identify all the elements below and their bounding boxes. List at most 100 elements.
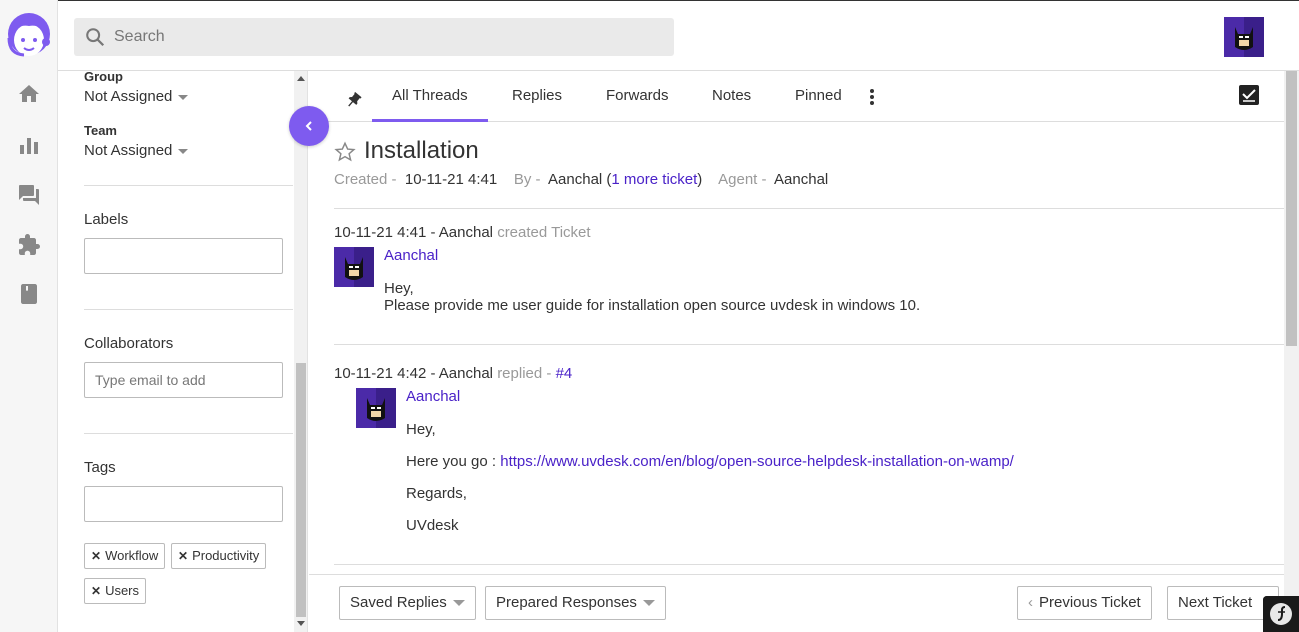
scroll-thumb[interactable]	[1286, 71, 1297, 346]
prepared-responses-label: Prepared Responses	[496, 594, 637, 611]
divider	[334, 564, 1284, 565]
reply-footer: Saved Replies Prepared Responses ‹ Previo…	[309, 574, 1284, 632]
saved-replies-button[interactable]: Saved Replies	[339, 586, 476, 620]
tab-forwards[interactable]: Forwards	[606, 87, 669, 122]
thread-text: Hey,	[384, 280, 414, 297]
knowledgebase-icon[interactable]	[17, 282, 41, 306]
divider	[84, 433, 293, 434]
chevron-down-icon	[178, 94, 189, 100]
customer-name: Aanchal	[548, 171, 603, 188]
tab-notes[interactable]: Notes	[712, 87, 751, 122]
thread-text: UVdesk	[406, 517, 459, 534]
nav-rail	[0, 0, 58, 632]
ticket-meta: Created - 10-11-21 4:41 By - Aanchal (1 …	[334, 171, 829, 188]
team-value: Not Assigned	[84, 142, 173, 159]
tab-pinned[interactable]: Pinned	[795, 87, 842, 122]
top-bar	[58, 0, 1299, 71]
search-input[interactable]	[114, 18, 664, 56]
chevron-left-icon	[305, 121, 312, 131]
thread-tabs: All Threads Replies Forwards Notes Pinne…	[309, 71, 1284, 122]
thread-text: Here you go : https://www.uvdesk.com/en/…	[406, 453, 1014, 470]
prepared-responses-button[interactable]: Prepared Responses	[485, 586, 666, 620]
remove-tag-icon[interactable]: ✕	[178, 549, 188, 563]
chevron-down-icon	[642, 600, 655, 607]
thread-header: 10-11-21 4:41 - Aanchal created Ticket	[334, 224, 591, 241]
by-label: By -	[513, 171, 541, 188]
previous-ticket-label: Previous Ticket	[1039, 594, 1141, 611]
star-icon[interactable]	[334, 141, 356, 163]
chevron-down-icon	[178, 148, 189, 154]
app-root: Group Not Assigned Team Not Assigned Lab…	[0, 0, 1299, 632]
thread-text: Please provide me user guide for install…	[384, 297, 921, 314]
scroll-thumb[interactable]	[296, 363, 306, 617]
link-prefix: Here you go :	[406, 453, 497, 470]
previous-ticket-button[interactable]: ‹ Previous Ticket	[1017, 586, 1152, 620]
thread-text: Hey,	[406, 421, 436, 438]
avatar	[356, 388, 396, 428]
thread-action: created Ticket	[497, 224, 591, 241]
divider	[334, 208, 1284, 209]
labels-title: Labels	[84, 211, 129, 228]
tag-label: Workflow	[105, 548, 159, 563]
thread-time-author: 10-11-21 4:42 - Aanchal	[334, 365, 494, 382]
chevron-down-icon	[452, 600, 465, 607]
main-scrollbar[interactable]	[1284, 71, 1299, 632]
tag-chip-users: ✕ Users	[84, 578, 147, 604]
group-label: Group	[84, 71, 123, 84]
divider	[84, 185, 293, 186]
tag-label: Productivity	[192, 548, 260, 563]
created-value: 10-11-21 4:41	[404, 171, 498, 188]
uvdesk-logo-icon[interactable]	[4, 8, 54, 62]
thread-action: replied -	[497, 365, 552, 382]
symfony-toolbar-icon[interactable]	[1263, 596, 1299, 632]
tags-title: Tags	[84, 459, 116, 476]
reports-icon[interactable]	[17, 133, 41, 157]
avatar	[334, 247, 374, 287]
tab-all-threads[interactable]: All Threads	[372, 87, 488, 122]
saved-replies-label: Saved Replies	[350, 594, 447, 611]
labels-input[interactable]	[84, 238, 283, 274]
tickets-icon[interactable]	[17, 183, 41, 207]
tag-chip-workflow: ✕ Workflow	[84, 543, 166, 569]
tag-chip-productivity: ✕ Productivity	[171, 543, 267, 569]
thread-text: Regards,	[406, 485, 467, 502]
agent-label: Agent -	[718, 171, 767, 188]
apps-puzzle-icon[interactable]	[17, 233, 41, 257]
scroll-down-arrow[interactable]	[297, 621, 305, 626]
thread-ref-link[interactable]: #4	[556, 365, 573, 382]
ticket-main: All Threads Replies Forwards Notes Pinne…	[309, 71, 1299, 632]
tag-label: Users	[105, 583, 140, 598]
collapse-panel-button[interactable]	[289, 106, 329, 146]
divider	[84, 309, 293, 310]
tab-replies[interactable]: Replies	[512, 87, 562, 122]
home-icon[interactable]	[17, 82, 41, 106]
user-avatar[interactable]	[1224, 17, 1264, 57]
group-value: Not Assigned	[84, 88, 173, 105]
group-select[interactable]: Not Assigned	[84, 88, 189, 105]
ticket-title: Installation	[364, 137, 479, 164]
divider	[334, 344, 1284, 345]
team-label: Team	[84, 123, 117, 138]
team-select[interactable]: Not Assigned	[84, 142, 189, 159]
pin-icon[interactable]	[343, 91, 363, 111]
scroll-up-arrow[interactable]	[297, 76, 305, 81]
search-bar	[74, 18, 674, 56]
search-icon	[86, 28, 105, 47]
thread-author-name[interactable]: Aanchal	[406, 388, 460, 405]
remove-tag-icon[interactable]: ✕	[91, 584, 101, 598]
created-label: Created -	[334, 171, 397, 188]
thread-author-name[interactable]: Aanchal	[384, 247, 438, 264]
side-scrollbar[interactable]	[294, 71, 307, 632]
thread-time-author: 10-11-21 4:41 - Aanchal	[334, 224, 494, 241]
agent-name: Aanchal	[774, 171, 829, 188]
collaborators-input[interactable]	[84, 362, 283, 398]
thread-header: 10-11-21 4:42 - Aanchal replied - #4	[334, 365, 572, 382]
task-check-icon[interactable]	[1239, 85, 1259, 105]
collaborators-title: Collaborators	[84, 335, 174, 352]
more-options-icon[interactable]	[867, 87, 877, 107]
remove-tag-icon[interactable]: ✕	[91, 549, 101, 563]
more-tickets-link[interactable]: 1 more ticket	[611, 171, 697, 188]
blog-link[interactable]: https://www.uvdesk.com/en/blog/open-sour…	[500, 453, 1014, 470]
ticket-side-panel: Group Not Assigned Team Not Assigned Lab…	[58, 71, 308, 632]
tags-input[interactable]	[84, 486, 283, 522]
